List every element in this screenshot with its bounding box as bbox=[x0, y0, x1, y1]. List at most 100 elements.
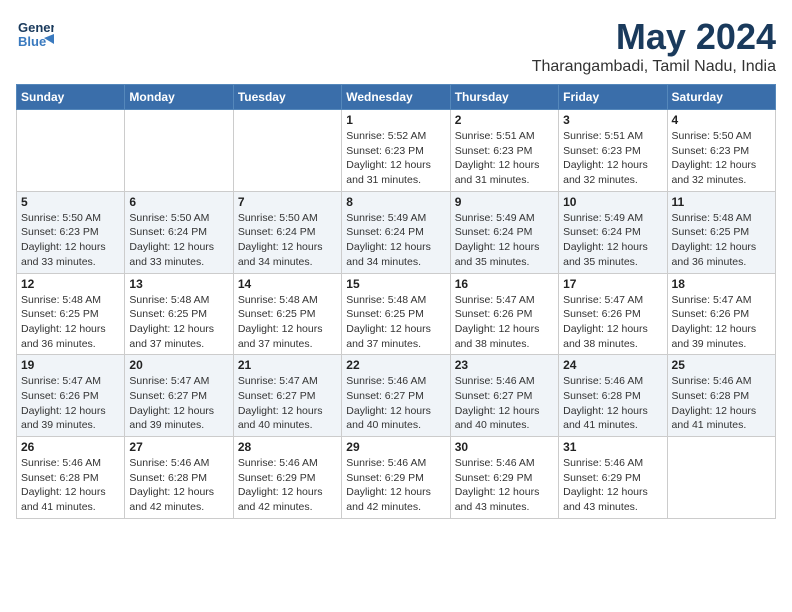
calendar-cell: 20Sunrise: 5:47 AM Sunset: 6:27 PM Dayli… bbox=[125, 355, 233, 437]
page-title: May 2024 bbox=[532, 16, 776, 58]
day-info: Sunrise: 5:46 AM Sunset: 6:29 PM Dayligh… bbox=[455, 456, 554, 515]
calendar-cell bbox=[17, 110, 125, 192]
day-number: 10 bbox=[563, 195, 662, 209]
calendar-cell: 21Sunrise: 5:47 AM Sunset: 6:27 PM Dayli… bbox=[233, 355, 341, 437]
day-info: Sunrise: 5:46 AM Sunset: 6:28 PM Dayligh… bbox=[129, 456, 228, 515]
calendar-cell: 29 Sunrise: 5:46 AM Sunset: 6:29 PM Dayli… bbox=[342, 437, 450, 519]
day-number: 16 bbox=[455, 277, 554, 291]
day-info: Sunrise: 5:48 AM Sunset: 6:25 PM Dayligh… bbox=[672, 211, 771, 270]
calendar-cell: 31Sunrise: 5:46 AM Sunset: 6:29 PM Dayli… bbox=[559, 437, 667, 519]
day-number: 28 bbox=[238, 440, 337, 454]
calendar-cell: 9 Sunrise: 5:49 AM Sunset: 6:24 PM Daylig… bbox=[450, 191, 558, 273]
day-number: 19 bbox=[21, 358, 120, 372]
calendar-header-row: SundayMondayTuesdayWednesdayThursdayFrid… bbox=[17, 85, 776, 110]
calendar-cell: 1 Sunrise: 5:52 AM Sunset: 6:23 PM Daylig… bbox=[342, 110, 450, 192]
day-number: 6 bbox=[129, 195, 228, 209]
logo: General Blue bbox=[16, 16, 54, 54]
day-info: Sunrise: 5:47 AM Sunset: 6:27 PM Dayligh… bbox=[238, 374, 337, 433]
calendar-cell: 2Sunrise: 5:51 AM Sunset: 6:23 PM Daylig… bbox=[450, 110, 558, 192]
calendar-week-row: 1 Sunrise: 5:52 AM Sunset: 6:23 PM Daylig… bbox=[17, 110, 776, 192]
day-info: Sunrise: 5:48 AM Sunset: 6:25 PM Dayligh… bbox=[238, 293, 337, 352]
calendar-cell: 8 Sunrise: 5:49 AM Sunset: 6:24 PM Daylig… bbox=[342, 191, 450, 273]
day-info: Sunrise: 5:47 AM Sunset: 6:27 PM Dayligh… bbox=[129, 374, 228, 433]
day-info: Sunrise: 5:47 AM Sunset: 6:26 PM Dayligh… bbox=[672, 293, 771, 352]
calendar-cell bbox=[233, 110, 341, 192]
calendar-cell bbox=[667, 437, 775, 519]
calendar-cell: 22 Sunrise: 5:46 AM Sunset: 6:27 PM Dayli… bbox=[342, 355, 450, 437]
day-number: 18 bbox=[672, 277, 771, 291]
calendar-cell: 6 Sunrise: 5:50 AM Sunset: 6:24 PM Daylig… bbox=[125, 191, 233, 273]
calendar-cell: 26Sunrise: 5:46 AM Sunset: 6:28 PM Dayli… bbox=[17, 437, 125, 519]
day-number: 17 bbox=[563, 277, 662, 291]
day-number: 2 bbox=[455, 113, 554, 127]
title-block: May 2024 Tharangambadi, Tamil Nadu, Indi… bbox=[532, 16, 776, 76]
day-info: Sunrise: 5:51 AM Sunset: 6:23 PM Dayligh… bbox=[563, 129, 662, 188]
day-info: Sunrise: 5:49 AM Sunset: 6:24 PM Dayligh… bbox=[346, 211, 445, 270]
day-number: 25 bbox=[672, 358, 771, 372]
calendar-cell: 16 Sunrise: 5:47 AM Sunset: 6:26 PM Dayli… bbox=[450, 273, 558, 355]
day-header-tuesday: Tuesday bbox=[233, 85, 341, 110]
day-number: 5 bbox=[21, 195, 120, 209]
calendar-cell: 17 Sunrise: 5:47 AM Sunset: 6:26 PM Dayli… bbox=[559, 273, 667, 355]
day-header-wednesday: Wednesday bbox=[342, 85, 450, 110]
calendar-cell: 28 Sunrise: 5:46 AM Sunset: 6:29 PM Dayli… bbox=[233, 437, 341, 519]
calendar-cell: 30Sunrise: 5:46 AM Sunset: 6:29 PM Dayli… bbox=[450, 437, 558, 519]
day-info: Sunrise: 5:46 AM Sunset: 6:29 PM Dayligh… bbox=[238, 456, 337, 515]
svg-text:General: General bbox=[18, 20, 54, 35]
day-info: Sunrise: 5:50 AM Sunset: 6:23 PM Dayligh… bbox=[672, 129, 771, 188]
calendar-week-row: 19 Sunrise: 5:47 AM Sunset: 6:26 PM Dayli… bbox=[17, 355, 776, 437]
day-info: Sunrise: 5:49 AM Sunset: 6:24 PM Dayligh… bbox=[563, 211, 662, 270]
day-info: Sunrise: 5:46 AM Sunset: 6:27 PM Dayligh… bbox=[455, 374, 554, 433]
calendar-cell: 14 Sunrise: 5:48 AM Sunset: 6:25 PM Dayli… bbox=[233, 273, 341, 355]
calendar-cell: 7Sunrise: 5:50 AM Sunset: 6:24 PM Daylig… bbox=[233, 191, 341, 273]
page-header: General Blue May 2024 Tharangambadi, Tam… bbox=[16, 16, 776, 76]
day-info: Sunrise: 5:48 AM Sunset: 6:25 PM Dayligh… bbox=[129, 293, 228, 352]
day-number: 26 bbox=[21, 440, 120, 454]
day-info: Sunrise: 5:46 AM Sunset: 6:29 PM Dayligh… bbox=[346, 456, 445, 515]
day-info: Sunrise: 5:48 AM Sunset: 6:25 PM Dayligh… bbox=[346, 293, 445, 352]
day-number: 9 bbox=[455, 195, 554, 209]
day-number: 15 bbox=[346, 277, 445, 291]
logo-icon: General Blue bbox=[16, 16, 54, 54]
day-info: Sunrise: 5:48 AM Sunset: 6:25 PM Dayligh… bbox=[21, 293, 120, 352]
day-info: Sunrise: 5:47 AM Sunset: 6:26 PM Dayligh… bbox=[455, 293, 554, 352]
day-info: Sunrise: 5:47 AM Sunset: 6:26 PM Dayligh… bbox=[563, 293, 662, 352]
calendar-cell: 24Sunrise: 5:46 AM Sunset: 6:28 PM Dayli… bbox=[559, 355, 667, 437]
calendar-cell: 19 Sunrise: 5:47 AM Sunset: 6:26 PM Dayli… bbox=[17, 355, 125, 437]
day-info: Sunrise: 5:46 AM Sunset: 6:27 PM Dayligh… bbox=[346, 374, 445, 433]
calendar-cell: 3Sunrise: 5:51 AM Sunset: 6:23 PM Daylig… bbox=[559, 110, 667, 192]
day-header-saturday: Saturday bbox=[667, 85, 775, 110]
calendar-cell: 11Sunrise: 5:48 AM Sunset: 6:25 PM Dayli… bbox=[667, 191, 775, 273]
day-number: 1 bbox=[346, 113, 445, 127]
calendar-cell: 5 Sunrise: 5:50 AM Sunset: 6:23 PM Daylig… bbox=[17, 191, 125, 273]
day-info: Sunrise: 5:46 AM Sunset: 6:29 PM Dayligh… bbox=[563, 456, 662, 515]
day-info: Sunrise: 5:47 AM Sunset: 6:26 PM Dayligh… bbox=[21, 374, 120, 433]
calendar-cell: 13 Sunrise: 5:48 AM Sunset: 6:25 PM Dayli… bbox=[125, 273, 233, 355]
day-header-friday: Friday bbox=[559, 85, 667, 110]
calendar-cell: 25Sunrise: 5:46 AM Sunset: 6:28 PM Dayli… bbox=[667, 355, 775, 437]
day-number: 14 bbox=[238, 277, 337, 291]
day-header-thursday: Thursday bbox=[450, 85, 558, 110]
calendar-cell: 10 Sunrise: 5:49 AM Sunset: 6:24 PM Dayli… bbox=[559, 191, 667, 273]
calendar-cell bbox=[125, 110, 233, 192]
day-info: Sunrise: 5:49 AM Sunset: 6:24 PM Dayligh… bbox=[455, 211, 554, 270]
day-number: 12 bbox=[21, 277, 120, 291]
day-info: Sunrise: 5:50 AM Sunset: 6:23 PM Dayligh… bbox=[21, 211, 120, 270]
day-header-monday: Monday bbox=[125, 85, 233, 110]
day-info: Sunrise: 5:50 AM Sunset: 6:24 PM Dayligh… bbox=[129, 211, 228, 270]
calendar-week-row: 5 Sunrise: 5:50 AM Sunset: 6:23 PM Daylig… bbox=[17, 191, 776, 273]
day-number: 23 bbox=[455, 358, 554, 372]
day-info: Sunrise: 5:46 AM Sunset: 6:28 PM Dayligh… bbox=[563, 374, 662, 433]
page-subtitle: Tharangambadi, Tamil Nadu, India bbox=[532, 58, 776, 76]
day-number: 22 bbox=[346, 358, 445, 372]
day-info: Sunrise: 5:52 AM Sunset: 6:23 PM Dayligh… bbox=[346, 129, 445, 188]
day-number: 8 bbox=[346, 195, 445, 209]
calendar-cell: 27Sunrise: 5:46 AM Sunset: 6:28 PM Dayli… bbox=[125, 437, 233, 519]
calendar-cell: 18 Sunrise: 5:47 AM Sunset: 6:26 PM Dayli… bbox=[667, 273, 775, 355]
day-number: 4 bbox=[672, 113, 771, 127]
day-number: 29 bbox=[346, 440, 445, 454]
day-number: 13 bbox=[129, 277, 228, 291]
calendar-week-row: 12 Sunrise: 5:48 AM Sunset: 6:25 PM Dayli… bbox=[17, 273, 776, 355]
calendar-week-row: 26 Sunrise: 5:46 AM Sunset: 6:28 PM Dayli… bbox=[17, 437, 776, 519]
day-info: Sunrise: 5:50 AM Sunset: 6:24 PM Dayligh… bbox=[238, 211, 337, 270]
